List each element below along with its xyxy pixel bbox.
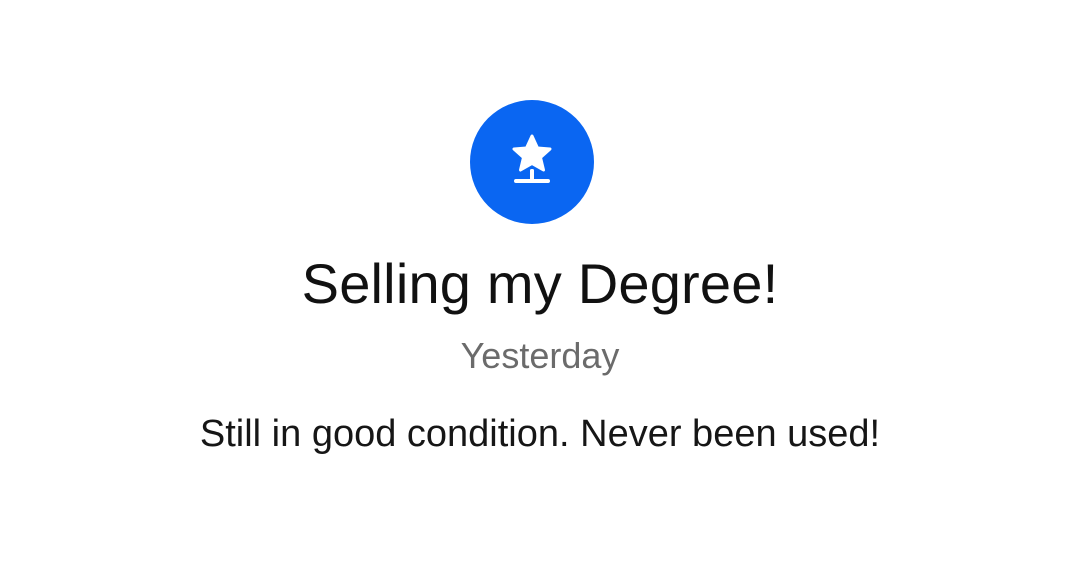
star-sign-icon bbox=[470, 100, 594, 224]
notification-message: Still in good condition. Never been used… bbox=[199, 413, 881, 455]
notification-card[interactable]: Selling my Degree! Yesterday Still in go… bbox=[0, 0, 1080, 588]
notification-title: Selling my Degree! bbox=[301, 252, 779, 315]
notification-timestamp: Yesterday bbox=[460, 335, 620, 376]
